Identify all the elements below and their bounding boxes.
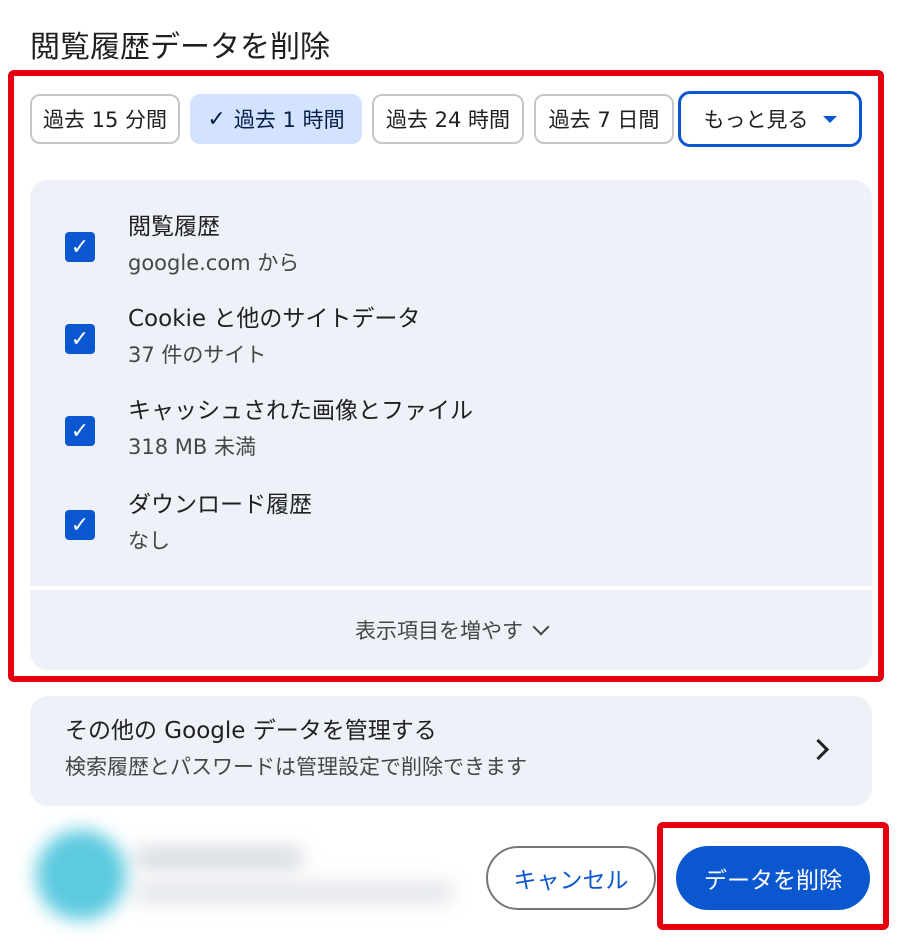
show-more-label: 表示項目を増やす xyxy=(355,619,523,643)
manage-google-data-link[interactable]: その他の Google データを管理する 検索履歴とパスワードは管理設定で削除で… xyxy=(30,696,872,806)
blurred-account-info xyxy=(14,818,474,928)
blurred-account-email xyxy=(134,882,454,904)
data-type-options-panel: ✓ 閲覧履歴 google.com から ✓ Cookie と他のサイトデータ … xyxy=(30,180,872,586)
chevron-right-icon xyxy=(807,738,830,761)
option-subtitle: google.com から xyxy=(128,251,300,275)
chevron-down-icon xyxy=(532,618,550,636)
option-title: キャッシュされた画像とファイル xyxy=(128,398,473,424)
chip-past-24-hours[interactable]: 過去 24 時間 xyxy=(372,94,524,144)
cancel-button[interactable]: キャンセル xyxy=(486,846,656,910)
check-icon: ✓ xyxy=(207,106,226,132)
option-browsing-history[interactable]: ✓ 閲覧履歴 google.com から xyxy=(30,210,872,290)
chip-label: 過去 1 時間 xyxy=(233,108,345,132)
checkbox-checked-icon[interactable]: ✓ xyxy=(65,510,95,540)
more-chip-label: もっと見る xyxy=(703,108,809,132)
manage-title: その他の Google データを管理する xyxy=(65,718,437,744)
chip-past-7-days[interactable]: 過去 7 日間 xyxy=(534,94,674,144)
chip-past-15-min[interactable]: 過去 15 分間 xyxy=(30,94,180,144)
checkbox-checked-icon[interactable]: ✓ xyxy=(65,416,95,446)
avatar xyxy=(36,830,126,920)
dropdown-triangle-icon xyxy=(822,115,837,123)
checkbox-checked-icon[interactable]: ✓ xyxy=(65,324,95,354)
option-title: 閲覧履歴 xyxy=(128,214,220,240)
manage-subtitle: 検索履歴とパスワードは管理設定で削除できます xyxy=(65,755,527,779)
option-title: ダウンロード履歴 xyxy=(128,492,312,518)
option-download-history[interactable]: ✓ ダウンロード履歴 なし xyxy=(30,488,872,568)
option-cookies[interactable]: ✓ Cookie と他のサイトデータ 37 件のサイト xyxy=(30,302,872,382)
option-subtitle: 37 件のサイト xyxy=(128,343,267,367)
option-subtitle: なし xyxy=(128,529,170,553)
checkbox-checked-icon[interactable]: ✓ xyxy=(65,232,95,262)
delete-data-button[interactable]: データを削除 xyxy=(676,846,870,910)
chip-label: 過去 15 分間 xyxy=(42,108,168,132)
more-options-dropdown[interactable]: もっと見る xyxy=(678,91,862,147)
blurred-account-name xyxy=(134,846,304,870)
chip-label: 過去 7 日間 xyxy=(548,108,660,132)
chip-label: 過去 24 時間 xyxy=(385,108,511,132)
chip-past-1-hour[interactable]: ✓ 過去 1 時間 xyxy=(190,94,362,144)
option-subtitle: 318 MB 未満 xyxy=(128,435,256,459)
option-cached-images[interactable]: ✓ キャッシュされた画像とファイル 318 MB 未満 xyxy=(30,394,872,474)
dialog-title: 閲覧履歴データを削除 xyxy=(30,30,330,65)
show-more-items-button[interactable]: 表示項目を増やす xyxy=(30,590,872,670)
option-title: Cookie と他のサイトデータ xyxy=(128,306,421,332)
